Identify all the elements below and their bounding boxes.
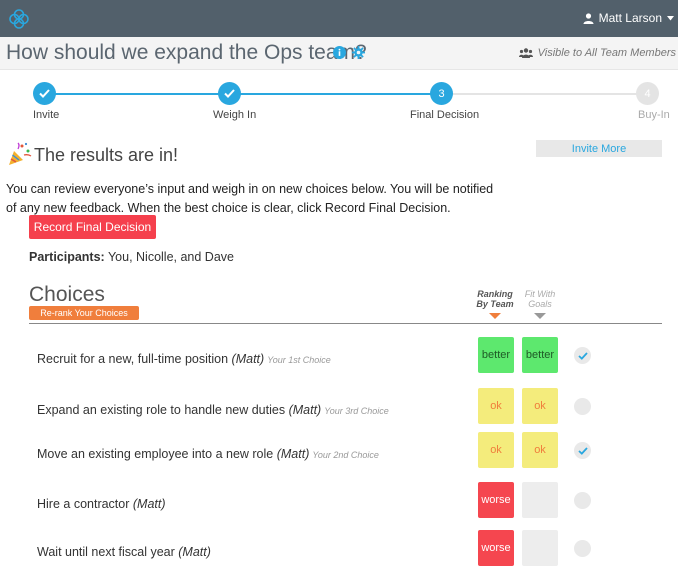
rerank-choices-button[interactable]: Re-rank Your Choices bbox=[29, 306, 139, 320]
choice-text: Hire a contractor bbox=[37, 497, 130, 511]
choice-row[interactable]: Move an existing employee into a new rol… bbox=[0, 432, 678, 476]
record-final-decision-button[interactable]: Record Final Decision bbox=[29, 215, 156, 239]
step-label-final-decision: Final Decision bbox=[410, 109, 480, 121]
group-icon bbox=[518, 48, 533, 58]
choices-divider bbox=[29, 323, 662, 324]
step-final-decision-marker[interactable]: 3 bbox=[430, 82, 453, 105]
choice-author: (Matt) bbox=[276, 447, 310, 461]
choice-text: Move an existing employee into a new rol… bbox=[37, 447, 274, 461]
progress-line-done bbox=[50, 93, 441, 95]
choice-note: Your 2nd Choice bbox=[312, 450, 379, 460]
choice-row[interactable]: Recruit for a new, full-time position (M… bbox=[0, 337, 678, 381]
choice-text: Expand an existing role to handle new du… bbox=[37, 403, 286, 417]
participants-label: Participants: bbox=[29, 250, 105, 264]
choice-author: (Matt) bbox=[231, 352, 265, 366]
ranking-cell: ok bbox=[478, 388, 514, 424]
sort-icon[interactable] bbox=[534, 313, 546, 319]
top-bar: Matt Larson bbox=[0, 0, 678, 37]
user-menu[interactable]: Matt Larson bbox=[583, 11, 674, 25]
fit-cell: better bbox=[522, 337, 558, 373]
gear-icon[interactable] bbox=[352, 46, 365, 59]
choice-note: Your 3rd Choice bbox=[324, 406, 389, 416]
participants: Participants: You, Nicolle, and Dave bbox=[29, 250, 234, 264]
invite-more-button[interactable]: Invite More bbox=[536, 140, 662, 157]
ranking-cell: ok bbox=[478, 432, 514, 468]
page-header: How should we expand the Ops team? Visib… bbox=[0, 37, 678, 70]
choice-text: Recruit for a new, full-time position bbox=[37, 352, 229, 366]
check-icon[interactable] bbox=[574, 540, 591, 557]
user-name: Matt Larson bbox=[598, 11, 662, 25]
results-title: The results are in! bbox=[34, 145, 179, 165]
choice-row[interactable]: Wait until next fiscal year (Matt) worse bbox=[0, 530, 678, 571]
choice-text: Wait until next fiscal year bbox=[37, 545, 175, 559]
progress-line-remaining bbox=[441, 93, 647, 95]
step-weighin-check-icon[interactable] bbox=[218, 82, 241, 105]
step-buyin-marker: 4 bbox=[636, 82, 659, 105]
sort-desc-icon[interactable] bbox=[489, 313, 501, 319]
step-label-buyin: Buy-In bbox=[638, 109, 670, 121]
step-invite-check-icon[interactable] bbox=[33, 82, 56, 105]
check-icon[interactable] bbox=[574, 398, 591, 415]
check-icon[interactable] bbox=[574, 347, 591, 364]
column-header-ranking[interactable]: Ranking By Team bbox=[474, 289, 516, 309]
choices-heading: Choices bbox=[29, 283, 105, 306]
ranking-cell: better bbox=[478, 337, 514, 373]
caret-down-icon bbox=[667, 15, 674, 20]
choice-row[interactable]: Expand an existing role to handle new du… bbox=[0, 388, 678, 432]
step-label-weighin: Weigh In bbox=[213, 109, 257, 121]
check-icon[interactable] bbox=[574, 442, 591, 459]
choice-author: (Matt) bbox=[132, 497, 166, 511]
column-header-fit[interactable]: Fit With Goals bbox=[520, 289, 560, 309]
page-title: How should we expand the Ops team? bbox=[6, 41, 367, 64]
step-label-invite: Invite bbox=[33, 109, 60, 121]
results-description: You can review everyone’s input and weig… bbox=[6, 182, 494, 215]
fit-cell: ok bbox=[522, 388, 558, 424]
fit-cell bbox=[522, 482, 558, 518]
app-logo-icon[interactable] bbox=[8, 8, 30, 30]
check-icon[interactable] bbox=[574, 492, 591, 509]
choice-author: (Matt) bbox=[288, 403, 322, 417]
choice-author: (Matt) bbox=[178, 545, 211, 559]
ranking-cell: worse bbox=[478, 530, 514, 566]
participants-value: You, Nicolle, and Dave bbox=[107, 250, 234, 264]
choice-row[interactable]: Hire a contractor (Matt) worse bbox=[0, 482, 678, 526]
party-popper-icon bbox=[9, 142, 32, 165]
fit-cell: ok bbox=[522, 432, 558, 468]
person-icon bbox=[583, 12, 594, 24]
visibility-label: Visible to All Team Members bbox=[518, 47, 676, 59]
choice-note: Your 1st Choice bbox=[267, 355, 331, 365]
ranking-cell: worse bbox=[478, 482, 514, 518]
fit-cell bbox=[522, 530, 558, 566]
info-icon[interactable] bbox=[333, 46, 346, 59]
